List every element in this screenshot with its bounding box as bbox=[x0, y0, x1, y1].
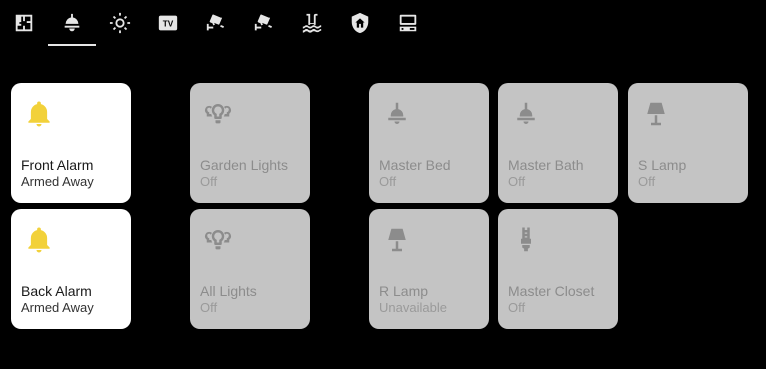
entity-name: S Lamp bbox=[638, 157, 687, 173]
entity-state: Off bbox=[508, 174, 526, 189]
tab-brightness[interactable] bbox=[96, 0, 144, 46]
floorplan-icon bbox=[13, 12, 35, 34]
view-tab-bar: TV bbox=[0, 0, 766, 48]
entity-card-master-closet[interactable]: Master Closet Off bbox=[498, 209, 618, 329]
entity-state: Armed Away bbox=[21, 174, 94, 189]
ceiling-light-icon bbox=[61, 12, 83, 34]
entity-name: Master Bath bbox=[508, 157, 584, 173]
cctv-camera-icon bbox=[205, 12, 227, 34]
tab-security[interactable] bbox=[336, 0, 384, 46]
tab-camera-2[interactable] bbox=[240, 0, 288, 46]
entity-card-back-alarm[interactable]: Back Alarm Armed Away bbox=[11, 209, 131, 329]
svg-text:TV: TV bbox=[163, 20, 174, 29]
shield-home-icon bbox=[349, 12, 371, 34]
entity-name: R Lamp bbox=[379, 283, 429, 299]
entity-name: All Lights bbox=[200, 283, 257, 299]
entity-state: Off bbox=[200, 300, 218, 315]
tab-lights[interactable] bbox=[48, 0, 96, 46]
entity-state: Armed Away bbox=[21, 300, 94, 315]
tab-floorplan[interactable] bbox=[0, 0, 48, 46]
tv-icon: TV bbox=[157, 12, 179, 34]
tab-pool[interactable] bbox=[288, 0, 336, 46]
entity-state: Off bbox=[379, 174, 397, 189]
entity-name: Garden Lights bbox=[200, 157, 288, 173]
entity-name: Master Bed bbox=[379, 157, 451, 173]
tab-tv[interactable]: TV bbox=[144, 0, 192, 46]
tab-camera-1[interactable] bbox=[192, 0, 240, 46]
cctv-camera-icon bbox=[253, 12, 275, 34]
lightbulb-group-icon bbox=[203, 99, 233, 129]
entity-name: Master Closet bbox=[508, 283, 595, 299]
bell-icon bbox=[24, 99, 54, 129]
table-lamp-icon bbox=[382, 225, 412, 255]
entity-card-s-lamp[interactable]: S Lamp Off bbox=[628, 83, 748, 203]
entity-card-front-alarm[interactable]: Front Alarm Armed Away bbox=[11, 83, 131, 203]
entity-card-garden-lights[interactable]: Garden Lights Off bbox=[190, 83, 310, 203]
entity-state: Off bbox=[508, 300, 526, 315]
entity-name: Back Alarm bbox=[21, 283, 92, 299]
ceiling-lamp-icon bbox=[511, 99, 541, 129]
ceiling-lamp-icon bbox=[382, 99, 412, 129]
entity-card-master-bed[interactable]: Master Bed Off bbox=[369, 83, 489, 203]
cfl-bulb-icon bbox=[511, 225, 541, 255]
bell-icon bbox=[24, 225, 54, 255]
entity-card-master-bath[interactable]: Master Bath Off bbox=[498, 83, 618, 203]
entity-state: Off bbox=[200, 174, 218, 189]
tab-computer[interactable] bbox=[384, 0, 432, 46]
entity-card-all-lights[interactable]: All Lights Off bbox=[190, 209, 310, 329]
entity-name: Front Alarm bbox=[21, 157, 94, 173]
entity-card-r-lamp[interactable]: R Lamp Unavailable bbox=[369, 209, 489, 329]
desktop-computer-icon bbox=[397, 12, 419, 34]
entity-state: Off bbox=[638, 174, 656, 189]
lightbulb-group-icon bbox=[203, 225, 233, 255]
pool-icon bbox=[301, 12, 323, 34]
brightness-icon bbox=[109, 12, 131, 34]
entity-state: Unavailable bbox=[379, 300, 447, 315]
table-lamp-icon bbox=[641, 99, 671, 129]
